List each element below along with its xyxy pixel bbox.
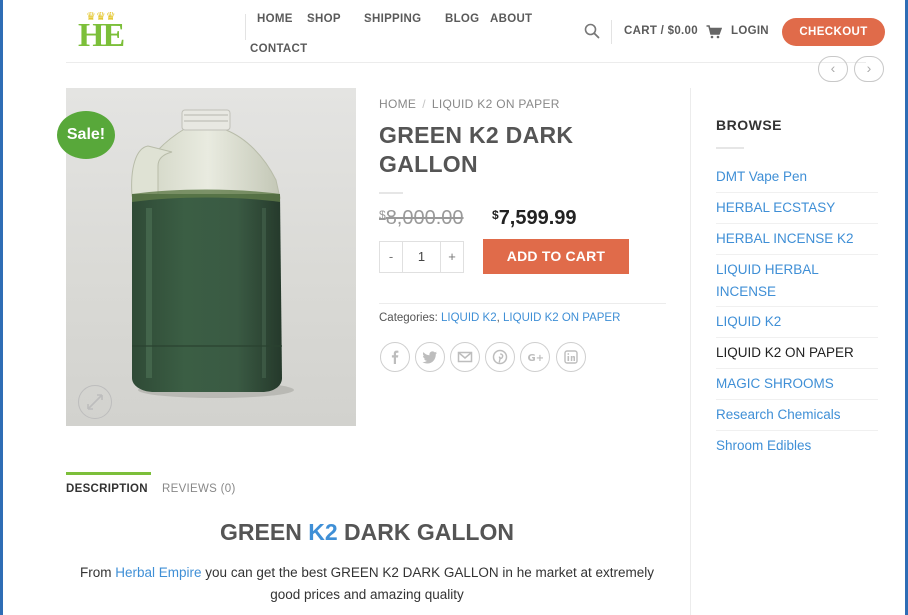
chevron-down-icon: ⌄ — [366, 13, 374, 23]
product-categories: Categories: LIQUID K2, LIQUID K2 ON PAPE… — [379, 312, 620, 324]
svg-text:G+: G+ — [528, 353, 544, 364]
sidebar-item-research-chemicals[interactable]: Research Chemicals — [716, 404, 878, 426]
email-icon[interactable] — [450, 342, 480, 372]
qty-increment-button[interactable]: + — [441, 242, 463, 272]
quantity-stepper: - 1 + — [379, 241, 464, 273]
checkout-button[interactable]: CHECKOUT — [782, 18, 885, 46]
sidebar-item-shroom-edibles[interactable]: Shroom Edibles — [716, 435, 878, 457]
sidebar-item-magic-shrooms[interactable]: MAGIC SHROOMS — [716, 373, 878, 395]
sidebar-separator — [716, 254, 878, 255]
chevron-left-icon[interactable]: ‹ — [818, 56, 848, 82]
cart-link[interactable]: CART / $0.00 — [624, 25, 698, 37]
herbal-empire-link[interactable]: Herbal Empire — [115, 565, 201, 580]
categories-label: Categories: — [379, 312, 438, 324]
summary-divider — [379, 303, 666, 304]
google-plus-icon[interactable]: G+ — [520, 342, 550, 372]
sidebar-divider — [690, 88, 691, 615]
sidebar-title: BROWSE — [716, 117, 782, 133]
title-divider — [379, 192, 403, 194]
sale-price: $7,599.99 — [492, 207, 577, 229]
login-link[interactable]: LOGIN — [731, 25, 769, 37]
tab-reviews[interactable]: REVIEWS (0) — [162, 483, 236, 495]
nav-divider — [245, 14, 246, 40]
sidebar-item-liquid-k2[interactable]: LIQUID K2 — [716, 311, 878, 333]
product-title: GREEN K2 DARK GALLON — [379, 122, 574, 177]
cart-icon[interactable] — [706, 25, 722, 39]
sidebar-separator — [716, 430, 878, 431]
twitter-icon[interactable] — [415, 342, 445, 372]
breadcrumb-category[interactable]: LIQUID K2 ON PAPER — [432, 97, 560, 111]
breadcrumb-home[interactable]: HOME — [379, 97, 416, 111]
sale-badge: Sale! — [57, 111, 115, 159]
site-logo[interactable]: ♛♛♛ HE — [76, 11, 128, 54]
breadcrumb: HOME / LIQUID K2 ON PAPER — [379, 97, 560, 111]
header-divider — [611, 20, 612, 44]
old-price: $8,000.00 — [379, 207, 464, 229]
sidebar-separator — [716, 399, 878, 400]
description-text: From Herbal Empire you can get the best … — [79, 565, 654, 602]
linkedin-icon[interactable] — [556, 342, 586, 372]
qty-input[interactable]: 1 — [402, 242, 441, 272]
sidebar-separator — [716, 223, 878, 224]
description-title: GREEN K2 DARK GALLON — [220, 519, 514, 545]
sidebar-item-liquid-herbal-incense[interactable]: LIQUID HERBAL INCENSE — [716, 259, 856, 303]
category-link-liquid-k2-on-paper[interactable]: LIQUID K2 ON PAPER — [503, 312, 620, 324]
sidebar-item-dmt-vape-pen[interactable]: DMT Vape Pen — [716, 166, 878, 188]
sidebar-separator — [716, 306, 878, 307]
category-link-liquid-k2[interactable]: LIQUID K2 — [441, 312, 497, 324]
logo-text: HE — [78, 17, 125, 54]
add-to-cart-button[interactable]: ADD TO CART — [483, 239, 629, 274]
chevron-right-icon[interactable]: › — [854, 56, 884, 82]
facebook-icon[interactable] — [380, 342, 410, 372]
tab-active-indicator — [66, 472, 151, 475]
sidebar-item-herbal-incense-k2[interactable]: HERBAL INCENSE K2 — [716, 228, 878, 250]
qty-decrement-button[interactable]: - — [380, 242, 402, 272]
sidebar-separator — [716, 368, 878, 369]
header-separator — [66, 62, 866, 63]
sidebar-item-liquid-k2-on-paper[interactable]: LIQUID K2 ON PAPER — [716, 342, 878, 364]
description-title-link[interactable]: K2 — [308, 519, 337, 545]
chevron-down-icon: ⌄ — [309, 13, 317, 23]
breadcrumb-separator: / — [422, 97, 426, 111]
sidebar-item-herbal-ecstasy[interactable]: HERBAL ECSTASY — [716, 197, 878, 219]
sidebar-title-rule — [716, 147, 744, 149]
sidebar-separator — [716, 192, 878, 193]
sidebar-separator — [716, 337, 878, 338]
pinterest-icon[interactable] — [485, 342, 515, 372]
expand-icon[interactable] — [78, 385, 112, 419]
tab-description[interactable]: DESCRIPTION — [66, 483, 148, 495]
search-icon[interactable] — [584, 23, 600, 39]
category-separator: , — [496, 312, 500, 324]
